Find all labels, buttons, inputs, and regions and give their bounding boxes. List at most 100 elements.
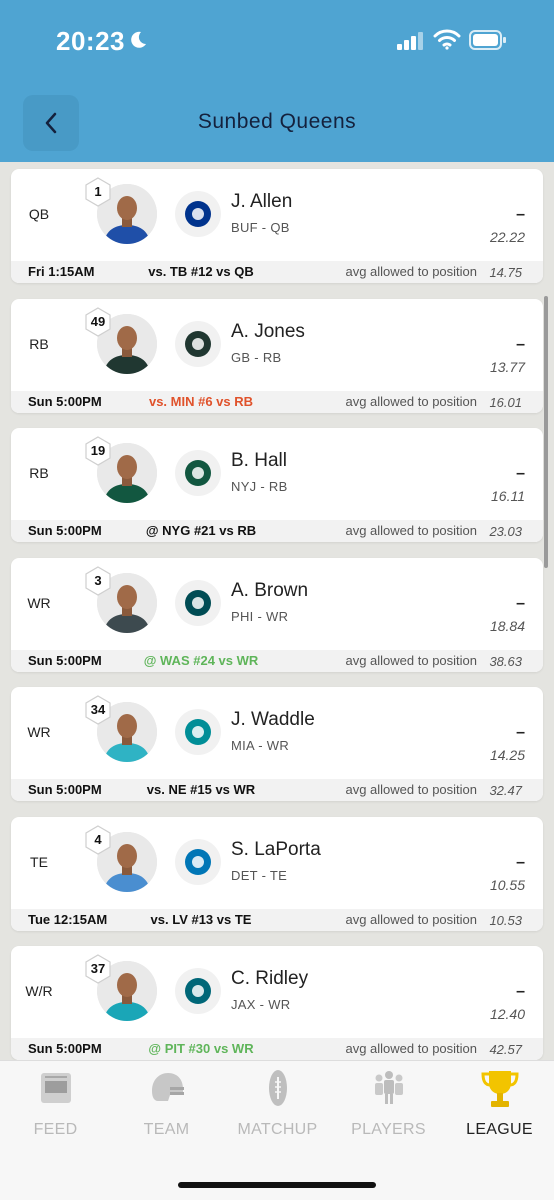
opponent-matchup: vs. LV #13 vs TE (150, 911, 252, 927)
tab-icon (370, 1067, 408, 1109)
tab-label: FEED (33, 1121, 78, 1138)
player-score: – (516, 983, 525, 1000)
tab-label: TEAM (143, 1121, 190, 1138)
rank-value: 19 (90, 443, 106, 458)
player-projection: 14.25 (489, 747, 525, 763)
player-card[interactable]: W/R 37 C. Ridley JAX - WR – 12.40 Sun 5:00PM @ … (11, 946, 543, 1060)
tab-label: MATCHUP (237, 1121, 318, 1138)
lineup-position: RB (29, 465, 49, 481)
player-team-position: PHI - WR (231, 608, 289, 624)
player-card[interactable]: QB 1 J. Allen BUF - QB – 22.22 Fri 1:15AM vs. T… (11, 169, 543, 283)
team-logo (175, 579, 221, 626)
player-team-position: MIA - WR (231, 738, 290, 753)
lineup-position: W/R (25, 983, 53, 999)
player-name[interactable]: A. Jones (231, 321, 305, 343)
tab-icon (148, 1067, 186, 1109)
lineup-position: WR (27, 724, 51, 740)
players-icon (375, 1071, 403, 1104)
tab-league[interactable]: LEAGUE (444, 1061, 554, 1161)
team-logo (175, 191, 221, 237)
opponent-matchup: @ WAS #24 vs WR (143, 652, 259, 668)
lineup-position: WR (27, 594, 51, 611)
avg-allowed-value: 16.01 (489, 394, 522, 410)
avg-allowed-label: avg allowed to position (345, 393, 477, 409)
tab-label: LEAGUE (466, 1121, 533, 1138)
team-logo-icon (185, 978, 211, 1004)
rank-value: 1 (94, 184, 102, 199)
player-name[interactable]: B. Hall (231, 450, 287, 472)
player-team-position: JAX - WR (231, 997, 291, 1012)
rank-badge: 37 (83, 954, 113, 984)
lineup-position: RB (29, 335, 49, 352)
player-projection: 22.22 (489, 229, 525, 245)
rank-badge: 1 (83, 177, 113, 207)
avg-allowed-value: 10.53 (489, 912, 522, 928)
avg-allowed-value: 38.63 (489, 653, 522, 669)
feed-icon (41, 1073, 71, 1103)
rank-badge: 3 (83, 565, 113, 596)
tab-players[interactable]: PLAYERS (333, 1061, 444, 1161)
rank-badge: 19 (83, 436, 113, 466)
scrollbar[interactable] (544, 296, 548, 568)
rank-value: 4 (94, 831, 102, 847)
avg-allowed-label: avg allowed to position (345, 782, 477, 797)
team-logo (175, 450, 221, 496)
rank-value: 3 (94, 572, 102, 588)
player-score: – (516, 335, 525, 353)
home-indicator (178, 1182, 376, 1188)
player-card[interactable]: TE 4 S. LaPorta DET - TE – 10.55 Tue 12:15AM vs… (11, 816, 543, 931)
tab-team[interactable]: TEAM (111, 1061, 222, 1161)
lineup-position: TE (30, 853, 48, 870)
team-logo-icon (185, 330, 211, 357)
opponent-matchup: vs. TB #12 vs QB (148, 264, 254, 279)
player-projection: 10.55 (489, 876, 525, 893)
tab-feed[interactable]: FEED (0, 1061, 111, 1161)
tab-icon (259, 1067, 297, 1109)
status-time: 20:23 (56, 26, 125, 56)
avg-allowed-value: 14.75 (489, 265, 522, 280)
avg-allowed-value: 42.57 (489, 1042, 522, 1057)
player-name[interactable]: J. Allen (231, 191, 292, 213)
rank-value: 37 (90, 961, 106, 976)
player-name[interactable]: C. Ridley (231, 968, 308, 990)
team-logo (175, 968, 221, 1014)
player-name[interactable]: A. Brown (231, 580, 308, 602)
wifi-icon (433, 29, 461, 50)
player-team-position: GB - RB (231, 349, 282, 365)
player-team-position: DET - TE (231, 867, 288, 883)
lineup-position: QB (28, 206, 50, 222)
rank-badge: 34 (83, 695, 113, 725)
avg-allowed-label: avg allowed to position (345, 652, 477, 668)
player-projection: 12.40 (489, 1006, 525, 1022)
team-logo (175, 838, 221, 885)
player-card[interactable]: RB 19 B. Hall NYJ - RB – 16.11 Sun 5:00PM @ NYG… (11, 428, 543, 542)
player-card[interactable]: RB 49 A. Jones GB - RB – 13.77 Sun 5:00PM vs. M… (11, 298, 543, 413)
football-icon (269, 1070, 287, 1106)
matchup-footer: Sun 5:00PM @ NYG #21 vs RB avg allowed to … (11, 520, 543, 542)
tab-matchup[interactable]: MATCHUP (222, 1061, 333, 1161)
team-logo (175, 709, 221, 755)
player-name[interactable]: J. Waddle (231, 709, 315, 731)
player-team-position: NYJ - RB (231, 479, 288, 494)
player-score: – (516, 206, 525, 223)
page-title: Sunbed Queens (197, 110, 357, 133)
player-card[interactable]: WR 3 A. Brown PHI - WR – 18.84 Sun 5:00PM @ WAS… (11, 557, 543, 672)
team-logo (175, 320, 221, 367)
tab-icon (481, 1067, 519, 1109)
matchup-footer: Sun 5:00PM vs. NE #15 vs WR avg allowed to… (11, 779, 543, 801)
player-card[interactable]: WR 34 J. Waddle MIA - WR – 14.25 Sun 5:00PM vs.… (11, 687, 543, 801)
tab-label: PLAYERS (351, 1121, 426, 1138)
roster-list[interactable]: QB 1 J. Allen BUF - QB – 22.22 Fri 1:15AM vs. T… (0, 162, 554, 1060)
rank-value: 49 (90, 313, 106, 329)
team-logo-icon (185, 460, 211, 486)
team-logo-icon (185, 589, 211, 616)
player-score: – (516, 853, 525, 871)
avg-allowed-label: avg allowed to position (345, 264, 477, 279)
player-projection: 18.84 (489, 617, 525, 634)
battery-icon (469, 30, 506, 50)
player-name[interactable]: S. LaPorta (231, 839, 321, 861)
team-logo-icon (185, 201, 211, 227)
player-projection: 16.11 (491, 488, 525, 504)
matchup-footer: Sun 5:00PM @ PIT #30 vs WR avg allowed to … (11, 1038, 543, 1060)
moon-icon (131, 31, 146, 48)
